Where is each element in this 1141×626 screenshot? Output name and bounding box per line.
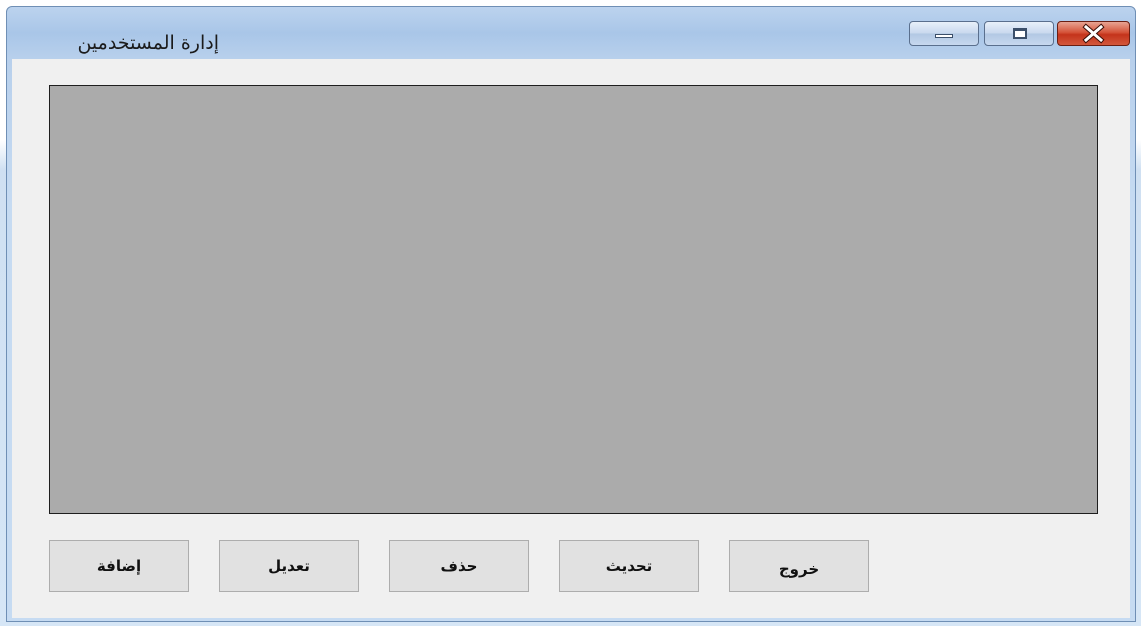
minimize-icon [935, 34, 953, 38]
window-title: إدارة المستخدمين [77, 32, 219, 54]
users-data-grid[interactable] [49, 85, 1098, 514]
minimize-button[interactable] [909, 21, 979, 46]
exit-button[interactable]: خروج [729, 540, 869, 592]
close-icon [1082, 23, 1105, 44]
maximize-icon [1013, 28, 1027, 39]
maximize-button[interactable] [984, 21, 1054, 46]
users-management-window: إدارة المستخدمين إضافة تعديل حذف تحديث خ… [6, 6, 1136, 622]
close-button[interactable] [1057, 21, 1130, 46]
client-area: إضافة تعديل حذف تحديث خروج [12, 59, 1130, 618]
delete-button[interactable]: حذف [389, 540, 529, 592]
add-button[interactable]: إضافة [49, 540, 189, 592]
refresh-button[interactable]: تحديث [559, 540, 699, 592]
title-bar[interactable]: إدارة المستخدمين [7, 7, 1135, 59]
edit-button[interactable]: تعديل [219, 540, 359, 592]
